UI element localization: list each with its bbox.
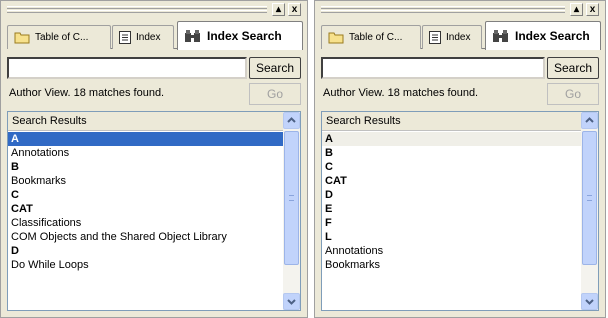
results-header: Search Results [322,112,581,131]
result-item[interactable]: A [322,132,581,146]
search-row: Search [7,57,301,79]
tab-label: Index Search [207,29,282,43]
minimize-button[interactable]: ▴ [272,3,285,16]
results-list[interactable]: A B C CAT D E F L Annotations Bookmarks [322,132,581,310]
status-row: Author View. 18 matches found. Go [7,83,301,105]
drag-grip[interactable] [321,6,565,9]
tab-index-search[interactable]: Index Search [177,21,303,50]
result-item[interactable]: COM Objects and the Shared Object Librar… [8,230,283,244]
tab-strip: Table of C... Index Index Search [7,21,303,50]
scroll-up-button[interactable] [581,112,598,129]
search-input[interactable] [7,57,247,79]
chevron-up-icon [585,117,594,123]
folder-icon [328,32,344,44]
chevron-up-icon [287,117,296,123]
scroll-thumb[interactable] [582,131,597,265]
index-icon [429,31,441,44]
tab-strip: Table of C... Index Index Search [321,21,601,50]
search-button[interactable]: Search [547,57,599,79]
result-item[interactable]: L [322,230,581,244]
tab-label: Table of C... [35,32,89,43]
result-item[interactable]: Bookmarks [8,174,283,188]
drag-grip-lower[interactable] [321,10,565,13]
result-item[interactable]: Do While Loops [8,258,283,272]
folder-icon [14,32,30,44]
scroll-thumb[interactable] [284,131,299,265]
help-panel-left: ▴ x Table of C... Index Index Search Sea… [0,0,308,318]
result-item[interactable]: F [322,216,581,230]
scroll-up-button[interactable] [283,112,300,129]
results-list[interactable]: A Annotations B Bookmarks C CAT Classification… [8,132,283,310]
tab-index[interactable]: Index [112,25,174,49]
status-row: Author View. 18 matches found. Go [321,83,599,105]
results-header: Search Results [8,112,283,131]
thumb-grip [587,195,592,201]
tab-table-of-contents[interactable]: Table of C... [7,25,111,49]
index-icon [119,31,131,44]
close-button[interactable]: x [288,3,301,16]
vertical-scrollbar[interactable] [581,112,598,310]
tab-label: Index [446,32,471,43]
result-item[interactable]: C [8,188,283,202]
tab-label: Index Search [515,29,590,43]
result-item[interactable]: B [322,146,581,160]
help-panel-right: ▴ x Table of C... Index Index Search Sea… [314,0,606,318]
minimize-button[interactable]: ▴ [570,3,583,16]
result-item[interactable]: Annotations [8,146,283,160]
panel-titlebar[interactable]: ▴ x [315,3,605,17]
result-item[interactable]: Classifications [8,216,283,230]
result-item[interactable]: CAT [322,174,581,188]
drag-grip[interactable] [7,6,267,9]
result-item[interactable]: C [322,160,581,174]
chevron-down-icon [287,299,296,305]
match-status: Author View. 18 matches found. [323,87,479,99]
result-item[interactable]: D [8,244,283,258]
search-results: Search Results A B C CAT D E F L Annotations Book… [321,111,599,311]
tab-label: Index [136,32,161,43]
go-button[interactable]: Go [547,83,599,105]
tab-index-search[interactable]: Index Search [485,21,601,50]
tab-index[interactable]: Index [422,25,482,49]
match-status: Author View. 18 matches found. [9,87,165,99]
panel-titlebar[interactable]: ▴ x [1,3,307,17]
thumb-grip [289,195,294,201]
close-button[interactable]: x [586,3,599,16]
scroll-down-button[interactable] [283,293,300,310]
result-item[interactable]: E [322,202,581,216]
drag-grip-lower[interactable] [7,10,267,13]
result-item[interactable]: A [8,132,283,146]
tab-table-of-contents[interactable]: Table of C... [321,25,421,49]
scroll-down-button[interactable] [581,293,598,310]
result-item[interactable]: B [8,160,283,174]
result-item[interactable]: Annotations [322,244,581,258]
search-button[interactable]: Search [249,57,301,79]
go-button[interactable]: Go [249,83,301,105]
binoculars-icon [493,30,508,42]
result-item[interactable]: CAT [8,202,283,216]
search-results: Search Results A Annotations B Bookmarks C CA… [7,111,301,311]
result-item[interactable]: D [322,188,581,202]
result-item[interactable]: Bookmarks [322,258,581,272]
binoculars-icon [185,30,200,42]
search-input[interactable] [321,57,545,79]
vertical-scrollbar[interactable] [283,112,300,310]
chevron-down-icon [585,299,594,305]
search-row: Search [321,57,599,79]
tab-label: Table of C... [349,32,403,43]
